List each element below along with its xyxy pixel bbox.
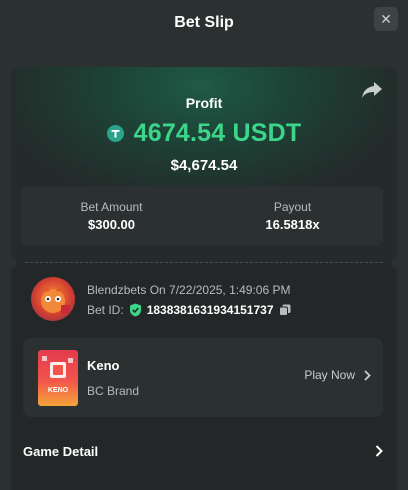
- profit-label: Profit: [185, 95, 223, 111]
- divider: [25, 262, 383, 263]
- play-now-label: Play Now: [304, 368, 355, 382]
- game-detail-row[interactable]: Game Detail: [23, 439, 383, 463]
- ticket-notch-right: [391, 257, 397, 269]
- close-button[interactable]: ✕: [374, 7, 398, 31]
- shield-check-icon: [129, 303, 141, 317]
- profit-section: Profit 4674.54 USDT $4,674.54 Bet Amount…: [11, 67, 397, 263]
- bet-id-value: 1838381631934151737: [146, 303, 274, 317]
- keno-game-thumbnail[interactable]: KENO: [38, 350, 78, 406]
- bet-slip-header: Bet Slip ✕: [0, 0, 408, 46]
- chevron-right-icon: [364, 369, 371, 381]
- copy-icon[interactable]: [278, 304, 291, 316]
- bet-slip-card: Profit 4674.54 USDT $4,674.54 Bet Amount…: [11, 67, 397, 490]
- bet-id-row: Bet ID: 1838381631934151737: [87, 303, 291, 317]
- avatar: [31, 277, 75, 321]
- game-name: Keno: [87, 358, 120, 373]
- payout-stat: Payout 16.5818x: [202, 186, 383, 246]
- bet-amount-stat: Bet Amount $300.00: [21, 186, 202, 246]
- play-now-button[interactable]: Play Now: [304, 368, 371, 382]
- game-brand: BC Brand: [87, 384, 140, 398]
- bet-amount-value: $300.00: [88, 217, 135, 232]
- payout-label: Payout: [273, 200, 312, 214]
- bet-user-date: Blendzbets On 7/22/2025, 1:49:06 PM: [87, 283, 291, 297]
- profit-usd-value: $4,674.54: [170, 157, 238, 174]
- bet-stats-box: Bet Amount $300.00 Payout 16.5818x: [21, 186, 383, 246]
- keno-thumbnail-text: KENO: [47, 387, 69, 394]
- profit-amount: 4674.54 USDT: [133, 119, 302, 147]
- tether-usdt-icon: [106, 125, 124, 142]
- profit-amount-row: 4674.54 USDT: [11, 119, 397, 148]
- page-title: Bet Slip: [174, 14, 234, 31]
- payout-value: 16.5818x: [265, 217, 320, 232]
- chevron-right-icon: [375, 445, 383, 457]
- bet-amount-label: Bet Amount: [80, 200, 143, 214]
- game-card: KENO Keno BC Brand Play Now: [23, 338, 383, 417]
- game-detail-label: Game Detail: [23, 443, 99, 459]
- bet-id-label: Bet ID:: [87, 303, 124, 317]
- close-icon: ✕: [380, 10, 392, 27]
